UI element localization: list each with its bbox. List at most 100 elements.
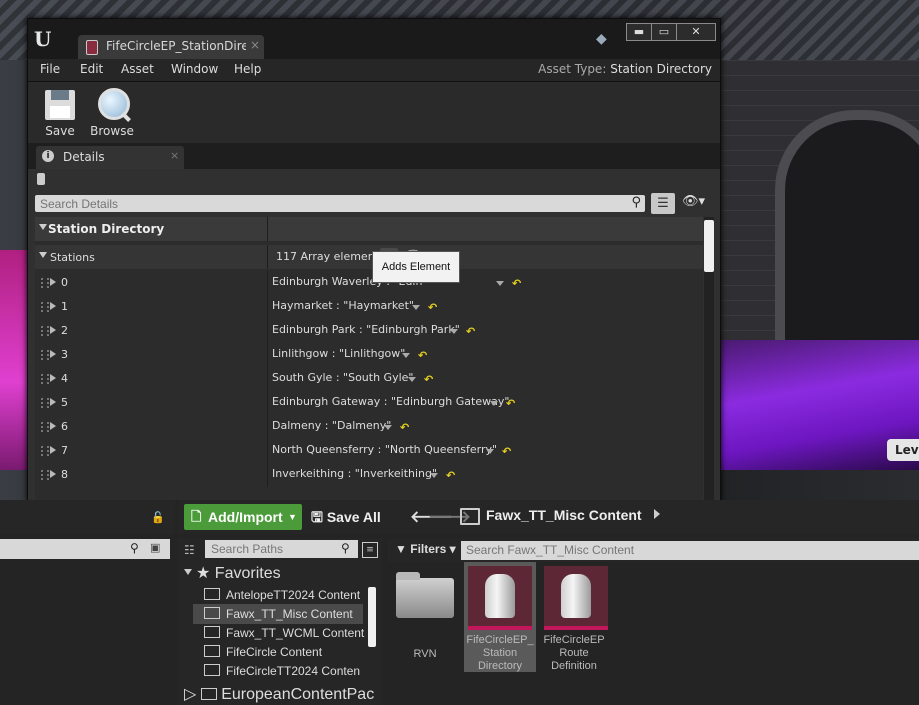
list-item[interactable]: 5 Edinburgh Gateway : "Edinburgh Gateway"… [35, 391, 703, 415]
reset-arrow-icon[interactable]: ↶ [506, 397, 515, 410]
list-item[interactable]: 8 Inverkeithing : "Inverkeithing" ↶ [35, 463, 703, 487]
menu-help[interactable]: Help [234, 62, 261, 76]
item-value[interactable]: Haymarket : "Haymarket" [272, 299, 414, 312]
drag-handle-icon[interactable] [41, 350, 49, 360]
chevron-down-icon[interactable] [496, 281, 504, 286]
menu-asset[interactable]: Asset [121, 62, 154, 76]
details-search-input[interactable] [35, 195, 620, 212]
drag-handle-icon[interactable] [41, 278, 49, 288]
breadcrumb[interactable]: Fawx_TT_Misc Content [486, 507, 642, 523]
item-value[interactable]: Edinburgh Gateway : "Edinburgh Gateway" [272, 395, 509, 408]
expand-icon[interactable] [50, 398, 56, 406]
scrollbar-thumb[interactable] [704, 220, 714, 272]
details-search[interactable]: ⚲ [35, 195, 645, 212]
tree-item[interactable]: Fawx_TT_WCML Content [204, 626, 364, 640]
drag-handle-icon[interactable] [41, 398, 49, 408]
left-search-field[interactable]: ⚲ ▣ [0, 539, 170, 559]
reset-arrow-icon[interactable]: ↶ [502, 445, 511, 458]
tree-scrollbar[interactable] [368, 587, 376, 647]
tree-item-european[interactable]: ▷ EuropeanContentPac [184, 684, 374, 704]
chevron-down-icon[interactable] [490, 401, 498, 406]
browse-button[interactable]: Browse [84, 86, 140, 140]
chevron-down-icon[interactable] [450, 329, 458, 334]
menu-window[interactable]: Window [171, 62, 218, 76]
list-item[interactable]: 4 South Gyle : "South Gyle" ↶ [35, 367, 703, 391]
add-import-button[interactable]: 🗋 Add/Import ▼ [184, 504, 302, 530]
chevron-down-icon[interactable] [412, 305, 420, 310]
eye-icon[interactable]: 👁▾ [682, 194, 716, 212]
chevron-down-icon[interactable] [402, 353, 410, 358]
expand-icon[interactable] [50, 350, 56, 358]
paths-options-icon[interactable]: ≡ [362, 542, 378, 558]
asset-tile-route-definition[interactable]: FifeCircleEP Route Definition [540, 562, 608, 672]
expand-icon[interactable] [50, 278, 56, 286]
expand-icon[interactable] [50, 470, 56, 478]
expand-icon[interactable] [50, 374, 56, 382]
drag-handle-icon[interactable] [41, 302, 49, 312]
tree-item[interactable]: AntelopeTT2024 Content [204, 588, 360, 602]
drag-handle-icon[interactable] [41, 374, 49, 384]
expand-icon[interactable] [50, 302, 56, 310]
graduation-cap-icon[interactable]: ◆ [596, 31, 614, 49]
item-value[interactable]: Inverkeithing : "Inverkeithing" [272, 467, 437, 480]
expand-icon[interactable] [50, 422, 56, 430]
filters-button[interactable]: ▼ Filters ▾ [395, 542, 456, 556]
maximize-button[interactable]: ▭ [651, 23, 677, 41]
expand-icon[interactable] [39, 224, 47, 230]
list-item[interactable]: 6 Dalmeny : "Dalmeny" ↶ [35, 415, 703, 439]
list-item[interactable]: 1 Haymarket : "Haymarket" ↶ [35, 295, 703, 319]
close-details-icon[interactable]: × [170, 149, 179, 162]
list-item[interactable]: 2 Edinburgh Park : "Edinburgh Park" ↶ [35, 319, 703, 343]
search-paths-input[interactable]: Search Paths ⚲ [205, 540, 358, 558]
minimize-button[interactable]: ▬ [626, 23, 652, 41]
save-search-icon[interactable]: ▣ [150, 541, 160, 554]
reset-arrow-icon[interactable]: ↶ [466, 325, 475, 338]
save-all-button[interactable]: 🖫 Save All [311, 507, 381, 531]
menu-file[interactable]: File [40, 62, 60, 76]
chevron-down-icon[interactable] [486, 449, 494, 454]
list-item[interactable]: 0 Edinburgh Waverley : "Edin ↶ [35, 271, 703, 295]
lock-icon[interactable] [37, 173, 45, 185]
tree-item[interactable]: FifeCircle Content [204, 645, 322, 659]
expand-icon[interactable] [184, 569, 192, 575]
tab-details[interactable]: i Details × [36, 146, 184, 169]
menu-edit[interactable]: Edit [80, 62, 103, 76]
reset-arrow-icon[interactable]: ↶ [400, 421, 409, 434]
chevron-down-icon[interactable] [408, 377, 416, 382]
drag-handle-icon[interactable] [41, 422, 49, 432]
item-value[interactable]: Dalmeny : "Dalmeny" [272, 419, 391, 432]
expand-icon[interactable] [50, 446, 56, 454]
list-item[interactable]: 7 North Queensferry : "North Queensferry"… [35, 439, 703, 463]
reset-arrow-icon[interactable]: ↶ [428, 301, 437, 314]
document-tab[interactable]: FifeCircleEP_StationDirectory × [78, 35, 264, 59]
item-value[interactable]: North Queensferry : "North Queensferry" [272, 443, 497, 456]
item-value[interactable]: Linlithgow : "Linlithgow" [272, 347, 405, 360]
level-badge[interactable]: Leve [887, 439, 919, 461]
category-row[interactable]: Station Directory [35, 217, 703, 241]
tree-item[interactable]: FifeCircleTT2024 Conten [204, 664, 360, 678]
reset-arrow-icon[interactable]: ↶ [446, 469, 455, 482]
list-item[interactable]: 3 Linlithgow : "Linlithgow" ↶ [35, 343, 703, 367]
expand-icon[interactable] [39, 252, 47, 258]
save-button[interactable]: Save [32, 86, 88, 140]
item-value[interactable]: South Gyle : "South Gyle" [272, 371, 413, 384]
favorites-header[interactable]: ★ Favorites [196, 563, 281, 583]
sources-toggle-icon[interactable]: ☷ [184, 543, 195, 557]
chevron-down-icon[interactable] [430, 473, 438, 478]
list-view-icon[interactable]: ☰ [651, 193, 675, 214]
item-value[interactable]: Edinburgh Park : "Edinburgh Park" [272, 323, 460, 336]
reset-arrow-icon[interactable]: ↶ [424, 373, 433, 386]
tree-item[interactable]: Fawx_TT_Misc Content [204, 607, 353, 621]
title-bar[interactable]: U FifeCircleEP_StationDirectory × ◆ ▬ ▭ … [28, 19, 720, 59]
close-button[interactable]: ✕ [676, 23, 716, 41]
lock-icon[interactable]: 🔓 [151, 511, 165, 524]
chevron-right-icon[interactable] [654, 509, 660, 519]
asset-tile-rvn[interactable]: RVN [392, 570, 458, 670]
expand-icon[interactable] [50, 326, 56, 334]
drag-handle-icon[interactable] [41, 326, 49, 336]
drag-handle-icon[interactable] [41, 470, 49, 480]
asset-search-input[interactable]: Search Fawx_TT_Misc Content [461, 541, 919, 560]
asset-tile-station-directory[interactable]: FifeCircleEP_ Station Directory [464, 562, 536, 672]
close-tab-icon[interactable]: × [250, 38, 260, 52]
chevron-down-icon[interactable] [384, 425, 392, 430]
